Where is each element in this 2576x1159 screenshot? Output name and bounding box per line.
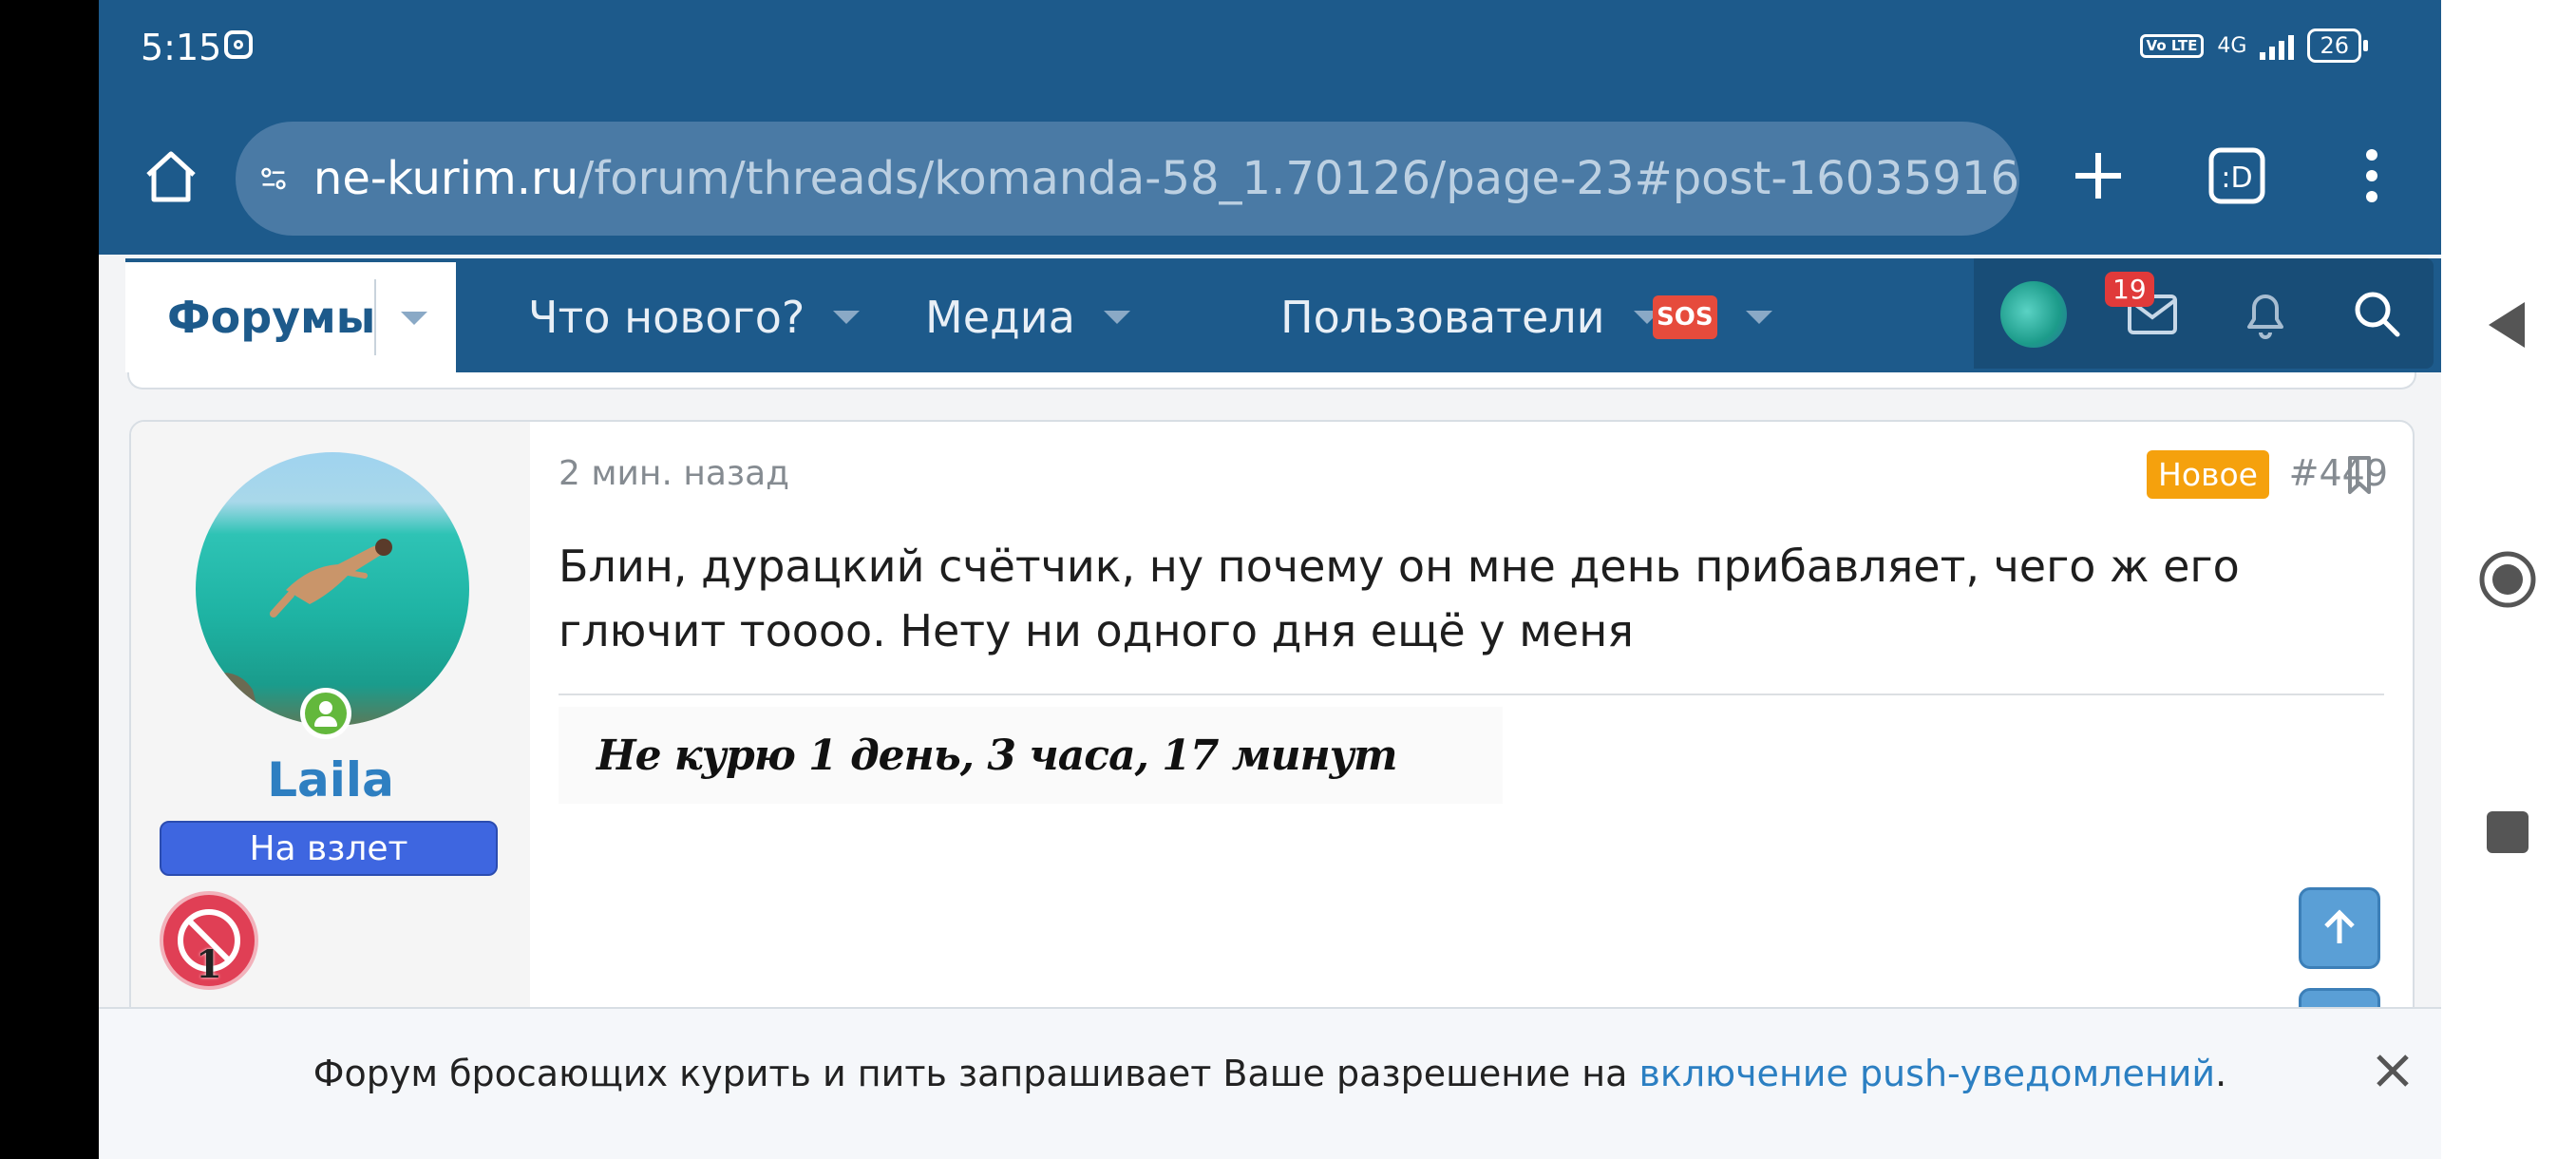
push-prompt-text: Форум бросающих курить и пить запрашивае… <box>99 1053 2441 1094</box>
post-timestamp[interactable]: 2 мин. назад <box>559 454 789 493</box>
online-status-icon <box>300 688 351 739</box>
inbox-count-badge: 19 <box>2105 272 2154 307</box>
battery-level: 26 <box>2307 28 2368 63</box>
search-icon <box>2355 292 2400 337</box>
browser-screen: 5:15 Vo LTE 4G 26 ne-kurim.ru/forum/thre… <box>99 0 2441 1159</box>
nav-divider <box>374 279 376 355</box>
push-notification-prompt: Форум бросающих курить и пить запрашивае… <box>99 1007 2441 1159</box>
sos-icon: SOS <box>1653 295 1717 339</box>
status-time: 5:15 <box>141 27 222 68</box>
user-toolbar: 19 <box>1974 258 2327 369</box>
post-username[interactable]: Laila <box>131 752 530 808</box>
post-number-link[interactable]: #449 <box>2289 452 2388 494</box>
nav-whats-new-label: Что нового? <box>528 292 805 343</box>
url-text[interactable]: ne-kurim.ru/forum/threads/komanda-58_1.7… <box>313 152 2019 205</box>
bell-icon[interactable] <box>2242 287 2289 340</box>
network-type: 4G <box>2217 33 2247 58</box>
search-button[interactable] <box>2320 258 2434 369</box>
url-path: /forum/threads/komanda-58_1.70126/page-2… <box>578 152 2019 205</box>
site-settings-icon[interactable] <box>260 158 287 200</box>
browser-chrome: 5:15 Vo LTE 4G 26 ne-kurim.ru/forum/thre… <box>99 0 2441 255</box>
plus-icon <box>2075 153 2121 199</box>
user-title-banner: На взлет <box>160 821 498 876</box>
nav-media-label: Медиа <box>925 292 1075 343</box>
tab-switcher-label: :D <box>2221 162 2252 195</box>
post-body-text: Блин, дурацкий счётчик, ну почему он мне… <box>559 541 2240 656</box>
nav-tab-media[interactable]: Медиа <box>925 262 1130 372</box>
signal-icon <box>2260 31 2295 60</box>
chevron-down-icon[interactable] <box>1103 311 1130 324</box>
avatar-photo <box>196 539 392 726</box>
arrow-up-icon <box>2324 909 2355 943</box>
signature-counter-banner: Не курю 1 день, 3 часа, 17 минут <box>559 707 1503 804</box>
back-icon[interactable] <box>2483 298 2530 352</box>
nav-tab-forums[interactable]: Форумы <box>125 262 456 372</box>
nav-tab-sos[interactable]: SOS <box>1653 262 1772 372</box>
account-avatar[interactable] <box>2000 281 2067 348</box>
scroll-to-top-button[interactable] <box>2299 887 2380 969</box>
trophy-count: 1 <box>196 942 222 987</box>
signature-text: Не курю 1 день, 3 часа, 17 минут <box>597 731 1398 780</box>
push-prompt-message: Форум бросающих курить и пить запрашивае… <box>313 1053 1639 1094</box>
new-post-badge: Новое <box>2147 450 2269 499</box>
tab-switcher-icon: :D <box>2208 147 2265 204</box>
no-smoking-trophy-icon[interactable]: 1 <box>160 891 258 990</box>
nav-forums-label: Форумы <box>167 292 376 343</box>
nav-users-label: Пользователи <box>1280 292 1605 343</box>
nav-tab-whats-new[interactable]: Что нового? <box>528 262 861 372</box>
user-avatar[interactable] <box>196 452 469 726</box>
home-icon[interactable] <box>141 146 201 207</box>
nav-tab-users[interactable]: Пользователи <box>1280 262 1660 372</box>
close-icon[interactable] <box>2369 1047 2416 1094</box>
chevron-down-icon[interactable] <box>1745 311 1772 324</box>
enable-push-link[interactable]: включение push-уведомлений <box>1638 1053 2215 1094</box>
new-tab-button[interactable] <box>2065 142 2131 209</box>
more-vertical-icon <box>2366 149 2377 202</box>
home-circle-icon[interactable] <box>2477 549 2538 610</box>
volte-icon: Vo LTE <box>2139 33 2205 58</box>
status-indicators: Vo LTE 4G 26 <box>2139 28 2368 63</box>
tabs-button[interactable]: :D <box>2204 142 2270 209</box>
url-host: ne-kurim.ru <box>313 152 579 205</box>
signature-divider <box>559 694 2384 695</box>
chevron-down-icon[interactable] <box>401 312 427 325</box>
forum-nav: Форумы Что нового? Медиа Пользователи SO… <box>125 258 2441 372</box>
instagram-notification-icon <box>224 30 253 59</box>
address-bar[interactable]: ne-kurim.ru/forum/threads/komanda-58_1.7… <box>236 122 2019 236</box>
recents-icon[interactable] <box>2485 809 2530 855</box>
system-navigation-bar <box>2441 0 2576 1159</box>
chevron-down-icon[interactable] <box>833 311 861 324</box>
push-prompt-end: . <box>2215 1053 2227 1094</box>
browser-menu-button[interactable] <box>2339 142 2405 209</box>
